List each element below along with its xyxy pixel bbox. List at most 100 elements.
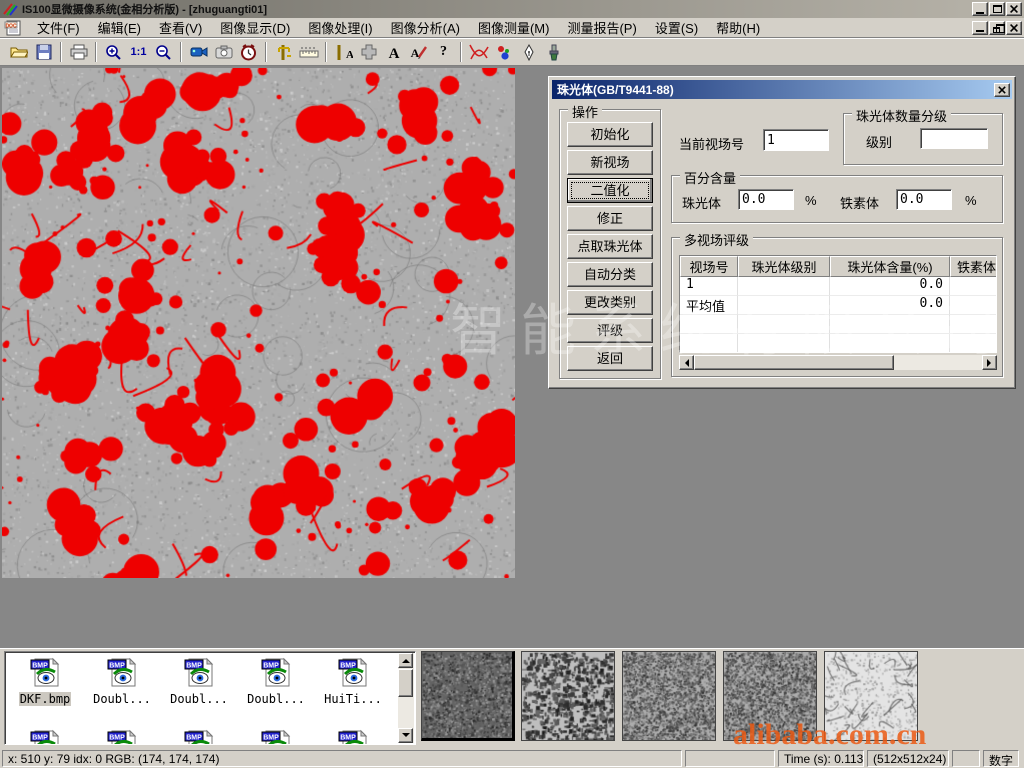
- menu-measure-report[interactable]: 测量报告(P): [558, 16, 645, 39]
- file-item[interactable]: Doubl...: [161, 656, 237, 706]
- current-view-input[interactable]: [763, 129, 829, 151]
- minimize-button[interactable]: [972, 2, 988, 16]
- status-image-size: (512x512x24): [867, 750, 949, 767]
- toolbar-separator: [95, 42, 97, 62]
- bottom-panel: DKF.bmp Doubl... Doubl... Doubl... HuiTi…: [0, 648, 1024, 748]
- text-label-button[interactable]: A: [381, 40, 406, 64]
- file-item[interactable]: [84, 728, 160, 745]
- ferrite-percent-input[interactable]: [896, 189, 952, 210]
- grading-group-label: 珠光体数量分级: [852, 106, 951, 125]
- caliper-text-button[interactable]: A: [331, 40, 356, 64]
- menu-file[interactable]: 文件(F): [28, 16, 89, 39]
- mdi-minimize-button[interactable]: [972, 21, 988, 35]
- menu-settings[interactable]: 设置(S): [646, 16, 707, 39]
- svg-text:A: A: [346, 49, 353, 61]
- svg-text:A: A: [388, 46, 399, 60]
- col-pearlite-grade: 珠光体级别: [738, 256, 830, 277]
- status-time: Time (s): 0.113: [778, 750, 864, 767]
- thumbnail-4[interactable]: [723, 651, 817, 741]
- table-row[interactable]: 1 0.0: [680, 277, 996, 296]
- file-item[interactable]: [7, 728, 83, 745]
- brush-tool-button[interactable]: [541, 40, 566, 64]
- rating-table[interactable]: 视场号 珠光体级别 珠光体含量(%) 铁素体 1 0.0 平均值: [679, 255, 997, 353]
- video-camera-button[interactable]: [186, 40, 211, 64]
- cell-ferrite: [950, 296, 997, 315]
- pearlite-label: 珠光体: [682, 193, 721, 212]
- metallographic-image[interactable]: [2, 68, 515, 578]
- pick-pearlite-button[interactable]: 点取珠光体: [567, 234, 653, 259]
- file-item[interactable]: [315, 728, 391, 745]
- thumbnail-2[interactable]: [521, 651, 615, 741]
- table-horizontal-scrollbar[interactable]: [679, 355, 997, 370]
- thumbnail-3[interactable]: [622, 651, 716, 741]
- save-button[interactable]: [31, 40, 56, 64]
- file-list-scrollbar[interactable]: [398, 653, 414, 743]
- zoom-out-button[interactable]: [151, 40, 176, 64]
- new-field-button[interactable]: 新视场: [567, 150, 653, 175]
- pearlite-percent-sign: %: [805, 193, 817, 208]
- thumbnail-1[interactable]: [421, 651, 515, 741]
- mdi-restore-button[interactable]: [989, 21, 1005, 35]
- pearlite-dialog: 珠光体(GB/T9441-88) 操作 初始化 新视场 二值化 修正 点取珠光体…: [548, 76, 1016, 389]
- pen-tool-button[interactable]: [516, 40, 541, 64]
- scroll-left-button[interactable]: [679, 355, 694, 370]
- open-file-button[interactable]: [6, 40, 31, 64]
- status-position: x: 510 y: 79 idx: 0 RGB: (174, 174, 174): [2, 750, 682, 767]
- count-markers-button[interactable]: [491, 40, 516, 64]
- curve-tool-button[interactable]: [466, 40, 491, 64]
- correct-button[interactable]: 修正: [567, 206, 653, 231]
- file-item[interactable]: HuiTi...: [315, 656, 391, 706]
- menu-image-analysis[interactable]: 图像分析(A): [382, 16, 469, 39]
- scroll-thumb[interactable]: [694, 355, 894, 370]
- close-button[interactable]: [1006, 2, 1022, 16]
- file-item[interactable]: Doubl...: [84, 656, 160, 706]
- print-button[interactable]: [66, 40, 91, 64]
- auto-classify-button[interactable]: 自动分类: [567, 262, 653, 287]
- file-item[interactable]: DKF.bmp: [7, 656, 83, 706]
- menu-edit[interactable]: 编辑(E): [89, 16, 150, 39]
- file-item[interactable]: [161, 728, 237, 745]
- table-row[interactable]: 平均值 0.0: [680, 296, 996, 315]
- grid-cross-button[interactable]: [356, 40, 381, 64]
- mdi-close-button[interactable]: [1006, 21, 1022, 35]
- operations-group-label: 操作: [568, 102, 602, 121]
- file-item[interactable]: [238, 728, 314, 745]
- bmp-file-icon: [260, 656, 292, 688]
- menu-help[interactable]: 帮助(H): [707, 16, 769, 39]
- return-button[interactable]: 返回: [567, 346, 653, 371]
- bmp-file-icon: [183, 728, 215, 745]
- edit-text-button[interactable]: A: [406, 40, 431, 64]
- scroll-up-button[interactable]: [398, 653, 413, 668]
- file-item[interactable]: Doubl...: [238, 656, 314, 706]
- scroll-thumb[interactable]: [398, 669, 413, 697]
- timer-clock-button[interactable]: [236, 40, 261, 64]
- caliper-button[interactable]: [271, 40, 296, 64]
- actual-size-button[interactable]: 1:1: [126, 40, 151, 64]
- help-button[interactable]: ?: [431, 40, 456, 64]
- change-class-button[interactable]: 更改类别: [567, 290, 653, 315]
- ruler-button[interactable]: [296, 40, 321, 64]
- scroll-down-button[interactable]: [398, 728, 413, 743]
- toolbar-separator: [180, 42, 182, 62]
- pearlite-percent-input[interactable]: [738, 189, 794, 210]
- thumbnail-5[interactable]: [824, 651, 918, 741]
- initialize-button[interactable]: 初始化: [567, 122, 653, 147]
- zoom-in-button[interactable]: [101, 40, 126, 64]
- scroll-right-button[interactable]: [982, 355, 997, 370]
- dialog-close-button[interactable]: [994, 83, 1010, 97]
- menu-image-measure[interactable]: 图像测量(M): [469, 16, 559, 39]
- dialog-titlebar[interactable]: 珠光体(GB/T9441-88): [552, 80, 1012, 99]
- bmp-file-icon: [29, 656, 61, 688]
- document-icon: DOC: [4, 20, 24, 36]
- maximize-button[interactable]: [989, 2, 1005, 16]
- menu-view[interactable]: 查看(V): [150, 16, 211, 39]
- toolbar: 1:1 A A A ?: [0, 38, 1024, 66]
- menu-image-processing[interactable]: 图像处理(I): [299, 16, 381, 39]
- file-list[interactable]: DKF.bmp Doubl... Doubl... Doubl... HuiTi…: [4, 651, 416, 745]
- menu-image-display[interactable]: 图像显示(D): [211, 16, 299, 39]
- multi-field-group: 多视场评级 视场号 珠光体级别 珠光体含量(%) 铁素体 1 0.0: [671, 237, 1003, 377]
- binarize-button[interactable]: 二值化: [567, 178, 653, 203]
- snapshot-camera-button[interactable]: [211, 40, 236, 64]
- grade-button[interactable]: 评级: [567, 318, 653, 343]
- grade-level-input[interactable]: [920, 128, 988, 149]
